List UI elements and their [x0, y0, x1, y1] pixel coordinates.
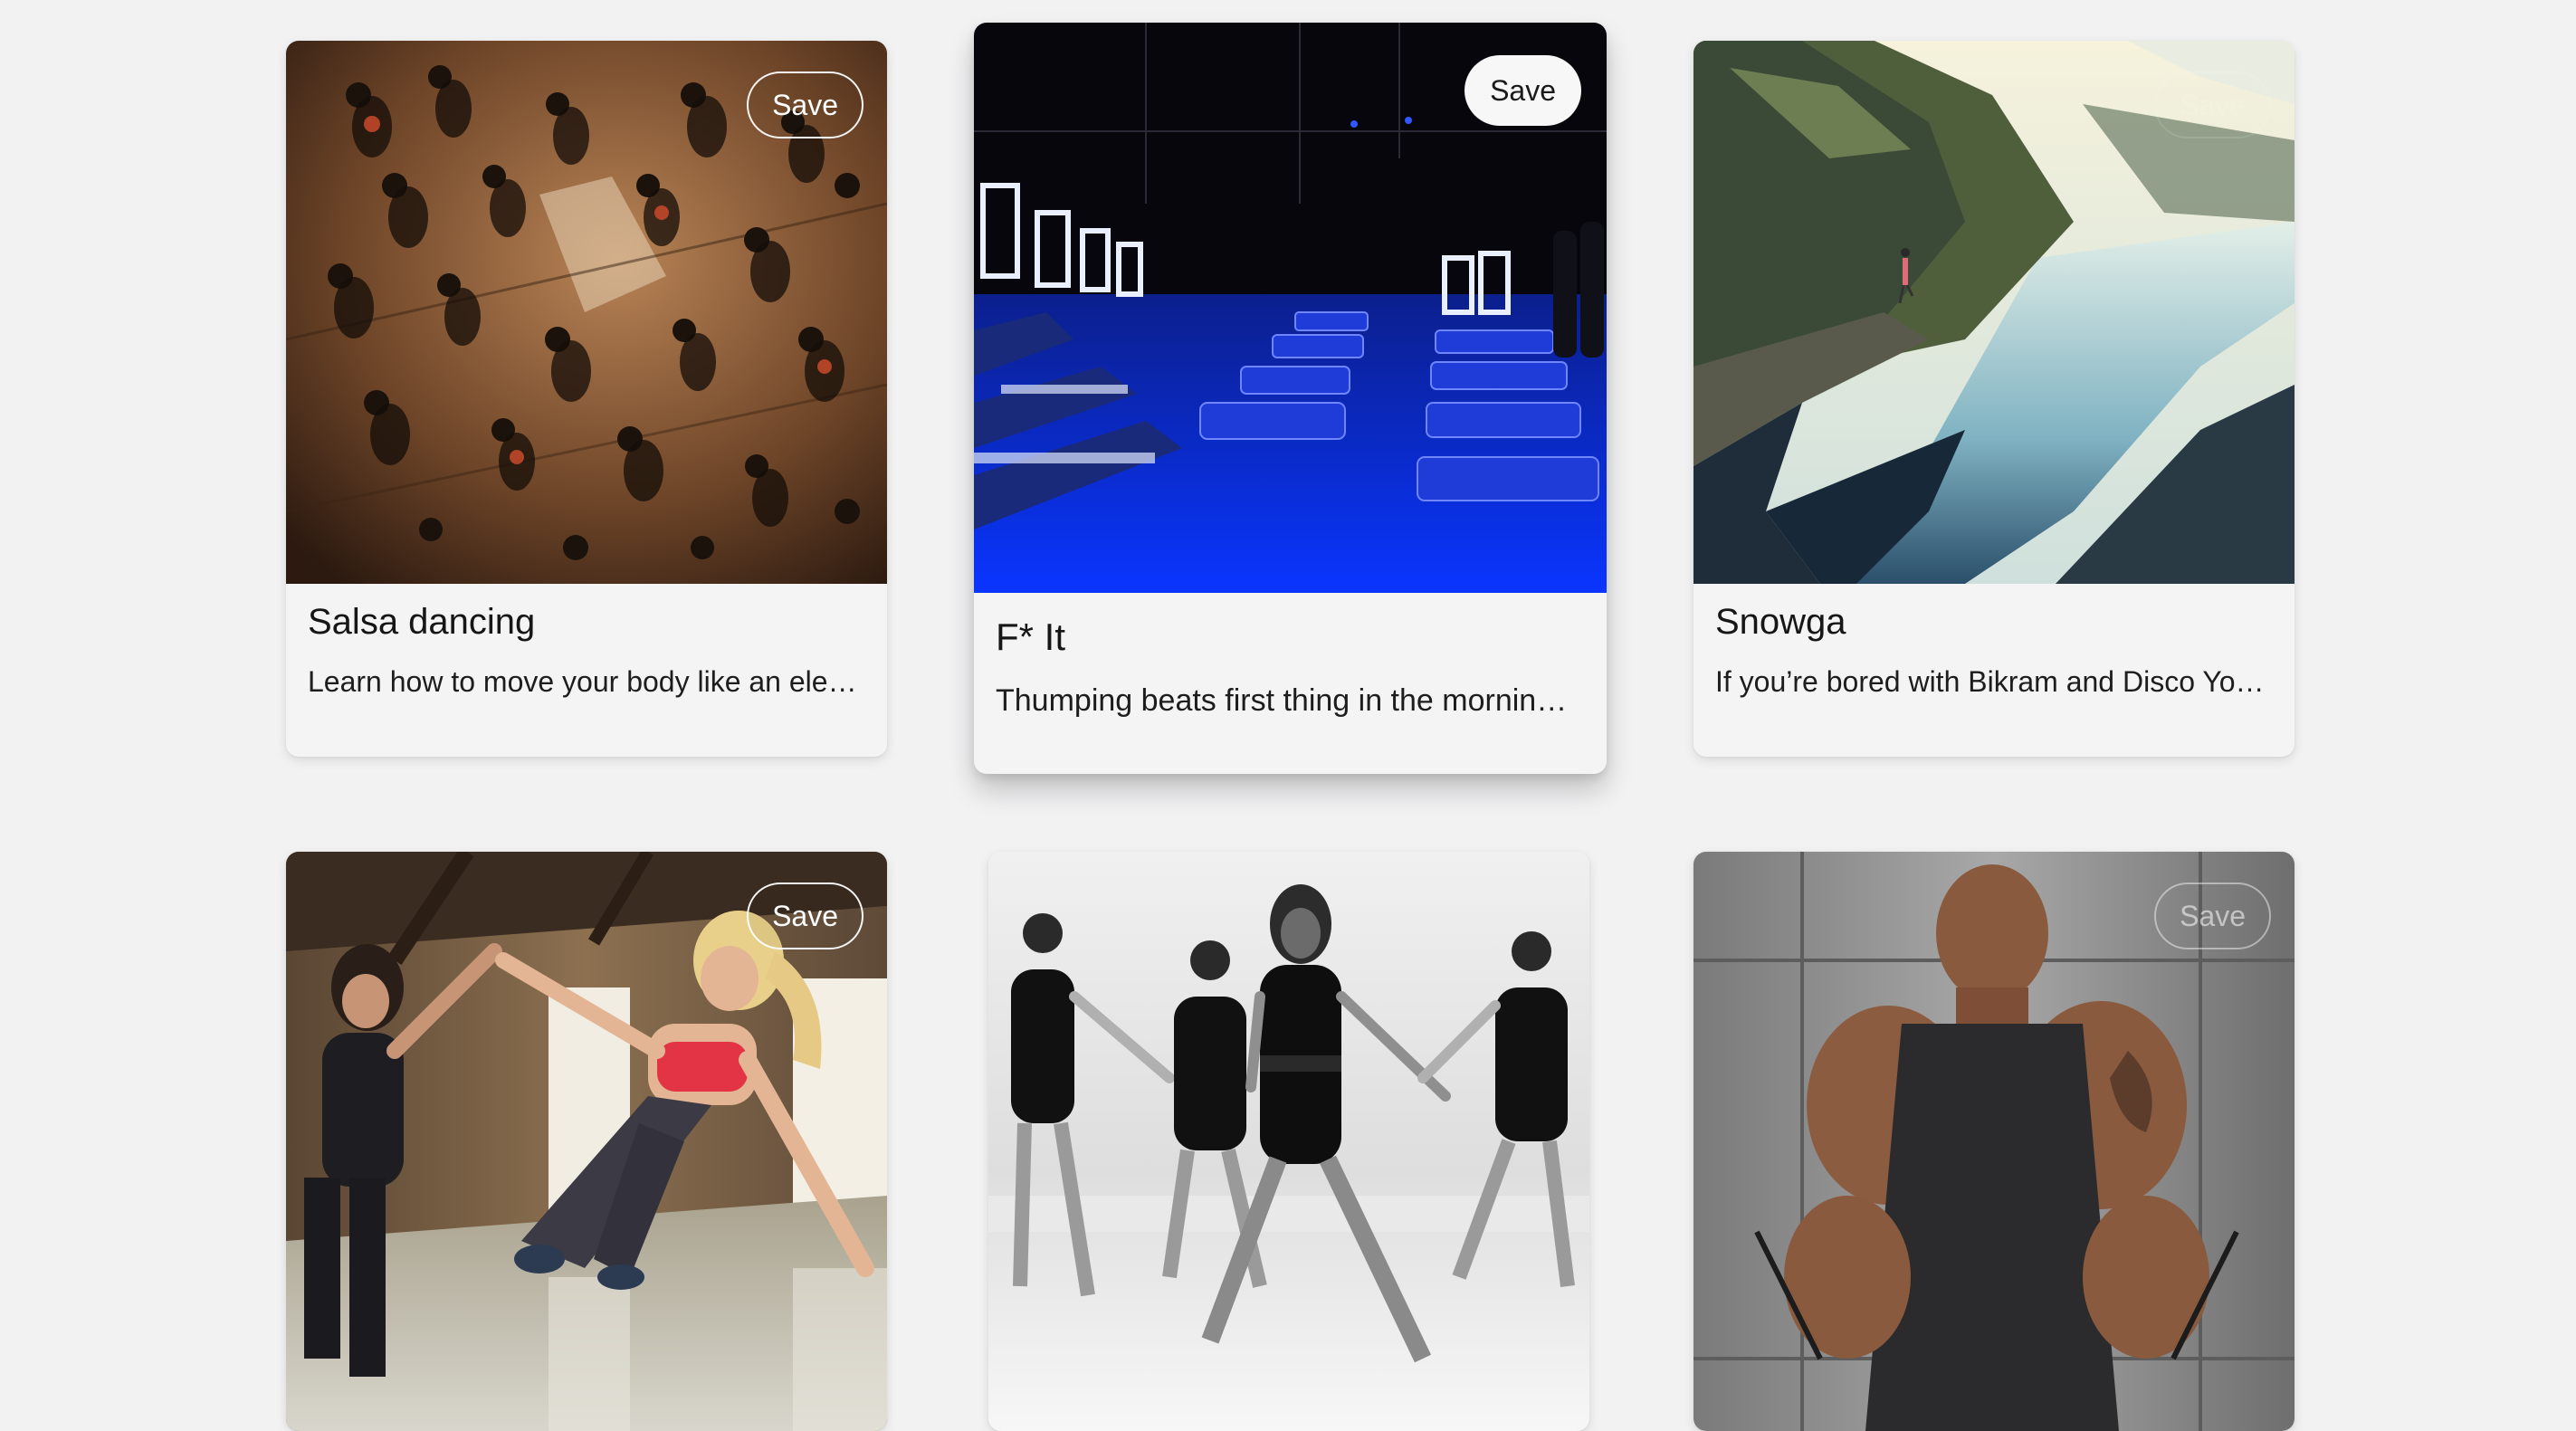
- card-title: Snowga: [1715, 602, 1846, 642]
- activity-card-strength[interactable]: Save: [1693, 852, 2295, 1431]
- card-description: Thumping beats first thing in the mornin…: [996, 683, 1568, 718]
- save-button[interactable]: Save: [2154, 72, 2271, 138]
- save-button[interactable]: Save: [1465, 55, 1581, 126]
- card-title: Salsa dancing: [308, 602, 536, 642]
- activity-card-snowga[interactable]: Save Snowga If you’re bored with Bikram …: [1693, 41, 2295, 757]
- save-button[interactable]: Save: [747, 72, 863, 138]
- activity-card-f-it[interactable]: Save F* It Thumping beats first thing in…: [974, 23, 1607, 774]
- card-title: F* It: [996, 615, 1066, 658]
- card-description: If you’re bored with Bikram and Disco Yo…: [1715, 665, 2265, 698]
- save-button[interactable]: Save: [2154, 882, 2271, 949]
- activity-card-salsa[interactable]: Save Salsa dancing Learn how to move you…: [286, 41, 887, 757]
- save-button[interactable]: Save: [747, 882, 863, 949]
- activity-card-workout[interactable]: Save: [286, 852, 887, 1431]
- card-image-dancers: [988, 852, 1589, 1431]
- card-description: Learn how to move your body like an ele…: [308, 665, 857, 698]
- activity-card-dancers[interactable]: [988, 852, 1589, 1431]
